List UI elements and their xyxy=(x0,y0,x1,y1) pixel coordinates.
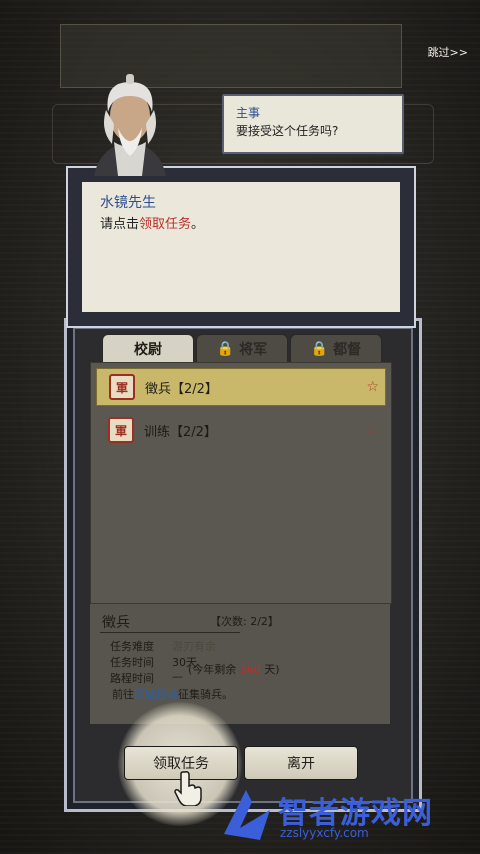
detail-value: — xyxy=(172,670,183,683)
goto-suffix: 征集骑兵。 xyxy=(178,688,233,701)
dialog-text: 请点击领取任务。 xyxy=(100,213,204,232)
divider xyxy=(100,632,240,633)
leave-button[interactable]: 离开 xyxy=(244,746,358,780)
lock-icon: 🔒 xyxy=(216,341,235,357)
detail-label: 任务时间 xyxy=(110,656,154,669)
remain-value: 360 xyxy=(239,663,261,676)
remaining-days: (今年剩余 360 天) xyxy=(188,661,280,677)
rank-tabs: 校尉 🔒 将军 🔒 都督 xyxy=(102,334,382,364)
dialog-text-highlight: 领取任务 xyxy=(139,217,192,232)
bubble-speaker: 主事 xyxy=(236,106,261,120)
lock-icon: 🔒 xyxy=(310,341,329,357)
detail-title: 徵兵 xyxy=(102,615,130,631)
dialog-box xyxy=(66,166,416,328)
task-row[interactable]: 軍 训练【2/2】 ☆ xyxy=(96,412,384,448)
tab-label: 都督 xyxy=(333,342,362,358)
detail-label: 任务难度 xyxy=(110,640,154,653)
remain-suffix: 天) xyxy=(264,663,280,676)
tab-dudu[interactable]: 🔒 都督 xyxy=(290,334,382,363)
detail-label: 路程时间 xyxy=(110,672,154,685)
goto-place-link[interactable]: 陈留校场 xyxy=(134,688,178,701)
speech-bubble: 主事 要接受这个任务吗? xyxy=(222,94,404,154)
skip-button[interactable]: 跳过>> xyxy=(428,44,468,60)
tab-xiaowei[interactable]: 校尉 xyxy=(102,334,194,363)
detail-count: 【次数: 2/2】 xyxy=(210,615,279,628)
army-seal-icon: 軍 xyxy=(108,417,134,443)
pointer-hand-icon xyxy=(174,771,202,806)
army-seal-icon: 軍 xyxy=(109,374,135,400)
tab-jiangjun[interactable]: 🔒 将军 xyxy=(196,334,288,363)
star-icon: ☆ xyxy=(365,422,378,438)
star-icon: ☆ xyxy=(366,379,379,395)
goto-prefix: 前往 xyxy=(112,688,134,701)
dialog-speaker: 水镜先生 xyxy=(100,195,156,211)
task-row[interactable]: 軍 徵兵【2/2】 ☆ xyxy=(96,368,386,406)
dialog-text-prefix: 请点击 xyxy=(100,217,140,232)
task-description: 前往陈留校场征集骑兵。 xyxy=(112,686,233,702)
sage-portrait xyxy=(94,74,166,176)
task-label: 徵兵【2/2】 xyxy=(145,381,218,397)
task-label: 训练【2/2】 xyxy=(144,424,217,440)
tab-label: 将军 xyxy=(239,342,268,358)
dialog-text-suffix: 。 xyxy=(191,217,205,232)
detail-value: 游刃有余 xyxy=(172,640,216,653)
watermark-url: zzslyyxcfy.com xyxy=(280,826,369,840)
bubble-question: 要接受这个任务吗? xyxy=(236,124,339,138)
remain-prefix: (今年剩余 xyxy=(188,663,237,676)
